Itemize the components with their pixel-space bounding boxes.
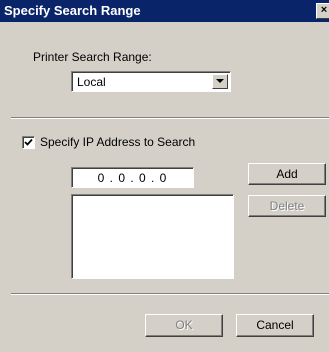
close-button[interactable]: × [316, 3, 329, 19]
close-icon: × [320, 4, 328, 16]
ok-button[interactable]: OK [145, 314, 223, 337]
checkmark-icon [24, 138, 33, 146]
search-range-select[interactable]: Local [71, 71, 231, 92]
ip-address-field[interactable]: 0 . 0 . 0 . 0 [71, 167, 194, 188]
dialog-window: Specify Search Range × Printer Search Ra… [0, 0, 329, 352]
search-range-value: Local [77, 75, 106, 89]
dropdown-button[interactable] [212, 74, 228, 89]
ip-address-list[interactable] [71, 194, 234, 279]
search-range-label: Printer Search Range: [33, 50, 152, 64]
cancel-button[interactable]: Cancel [236, 314, 314, 337]
chevron-down-icon [216, 79, 224, 83]
ip-address-value: 0 . 0 . 0 . 0 [97, 171, 168, 185]
delete-button[interactable]: Delete [248, 195, 326, 217]
dialog-title: Specify Search Range [4, 3, 141, 18]
specify-ip-checkbox[interactable] [22, 136, 35, 149]
add-button[interactable]: Add [248, 163, 326, 185]
section-divider-top [11, 117, 329, 119]
specify-ip-label[interactable]: Specify IP Address to Search [40, 135, 195, 149]
section-divider-bottom [11, 293, 329, 295]
title-bar[interactable]: Specify Search Range × [0, 0, 329, 22]
